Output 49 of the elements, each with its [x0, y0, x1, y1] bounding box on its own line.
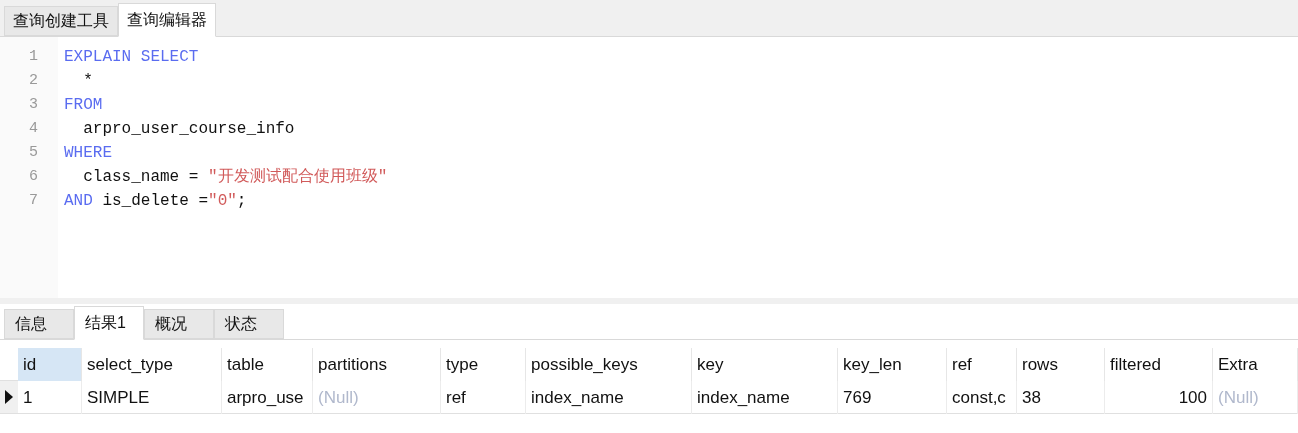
line-number: 5	[29, 143, 38, 163]
tab[interactable]: 查询创建工具	[4, 6, 118, 36]
table-cell: (Null)	[1213, 381, 1298, 414]
line-number: 2	[29, 71, 38, 91]
tab[interactable]: 查询编辑器	[118, 3, 216, 37]
column-header[interactable]: type	[441, 348, 526, 381]
column-header[interactable]: key_len	[838, 348, 947, 381]
tab[interactable]: 概况	[144, 309, 214, 339]
line-number: 1	[29, 47, 38, 67]
code-token: "开发测试配合使用班级"	[208, 167, 388, 188]
code-token: class_name =	[82, 167, 200, 188]
tab[interactable]: 状态	[214, 309, 284, 339]
column-header[interactable]: partitions	[313, 348, 441, 381]
table-cell: 1	[18, 381, 82, 414]
column-header[interactable]: rows	[1017, 348, 1105, 381]
code-token: *	[82, 71, 93, 92]
line-number: 3	[29, 95, 38, 115]
table-cell: 100	[1105, 381, 1213, 414]
column-header[interactable]: key	[692, 348, 838, 381]
tab[interactable]: 结果1	[74, 306, 144, 340]
code-token: "0	[208, 191, 228, 212]
line-number: 4	[29, 119, 38, 139]
tab[interactable]: 信息	[4, 309, 74, 339]
code-token: EXPLAIN SELECT	[64, 47, 199, 68]
table-cell: index_name	[526, 381, 692, 414]
table-cell: 38	[1017, 381, 1105, 414]
table-cell: SIMPLE	[82, 381, 222, 414]
code-token: arpro_user_course_info	[82, 119, 295, 140]
table-cell: const,c	[947, 381, 1017, 414]
code-token: "	[227, 191, 237, 212]
line-number: 6	[29, 167, 38, 187]
column-header[interactable]: ref	[947, 348, 1017, 381]
column-header[interactable]: table	[222, 348, 313, 381]
line-number: 7	[29, 191, 38, 211]
code-token: is_delete =	[101, 191, 209, 212]
code-token: WHERE	[64, 143, 112, 164]
table-cell: arpro_use	[222, 381, 313, 414]
table-cell: index_name	[692, 381, 838, 414]
code-token: ;	[236, 191, 247, 212]
column-header[interactable]: Extra	[1213, 348, 1298, 381]
column-header[interactable]: filtered	[1105, 348, 1213, 381]
table-cell: ref	[441, 381, 526, 414]
table-cell: 769	[838, 381, 947, 414]
column-header[interactable]: select_type	[82, 348, 222, 381]
code-token: FROM	[64, 95, 103, 116]
code-token: AND	[64, 191, 93, 212]
table-cell: (Null)	[313, 381, 441, 414]
column-header[interactable]: id	[18, 348, 82, 381]
column-header[interactable]: possible_keys	[526, 348, 692, 381]
